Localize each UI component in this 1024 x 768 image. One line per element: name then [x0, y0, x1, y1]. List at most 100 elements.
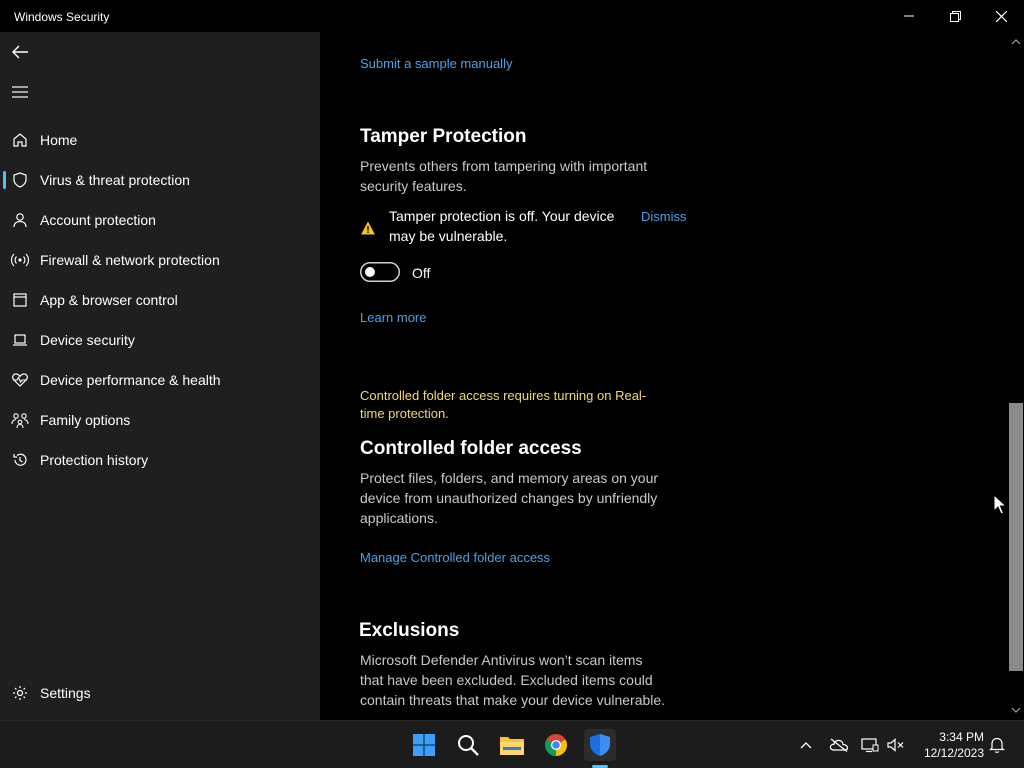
main-content: Submit a sample manually Tamper Protecti… [320, 32, 1008, 720]
scroll-up-icon [1011, 39, 1021, 45]
onedrive-button[interactable] [826, 729, 852, 761]
description-line: device from unauthorized changes by unfr… [360, 490, 658, 506]
family-icon [11, 411, 29, 429]
restore-button[interactable] [932, 0, 978, 32]
sidebar-item-label: Device security [40, 332, 135, 348]
learn-more-link[interactable]: Learn more [360, 310, 426, 325]
history-icon [11, 451, 29, 469]
tamper-protection-heading: Tamper Protection [360, 126, 527, 147]
start-button[interactable] [408, 729, 440, 761]
menu-button[interactable] [8, 80, 32, 104]
title-bar: Windows Security [0, 0, 1024, 32]
clock-date: 12/12/2023 [923, 746, 984, 760]
selection-indicator [3, 171, 6, 189]
notice-line: Controlled folder access requires turnin… [360, 388, 647, 403]
submit-sample-link[interactable]: Submit a sample manually [360, 56, 512, 71]
sidebar-item-device-security[interactable]: Device security [0, 322, 320, 358]
search-icon [458, 735, 479, 756]
description-line: applications. [360, 510, 438, 526]
sidebar-item-home[interactable]: Home [0, 122, 320, 158]
file-explorer-button[interactable] [496, 729, 528, 761]
mouse-cursor-icon [993, 493, 1008, 516]
sidebar-item-family-options[interactable]: Family options [0, 402, 320, 438]
close-button[interactable] [978, 0, 1024, 32]
description-line: Protect files, folders, and memory areas… [360, 470, 659, 486]
back-arrow-icon [12, 45, 28, 59]
windows-security-taskbar-button[interactable] [584, 729, 616, 761]
scrollbar-thumb[interactable] [1009, 403, 1023, 671]
sidebar-item-firewall-network[interactable]: Firewall & network protection [0, 242, 320, 278]
cfa-description: Protect files, folders, and memory areas… [360, 468, 658, 528]
settings-label: Settings [40, 685, 91, 701]
gear-icon [11, 684, 29, 702]
network-icon [861, 738, 879, 753]
folder-icon [500, 737, 524, 755]
scrollbar[interactable] [1008, 32, 1024, 720]
sidebar-item-label: Virus & threat protection [40, 172, 190, 188]
scroll-down-icon [1011, 707, 1021, 713]
search-button[interactable] [452, 729, 484, 761]
sidebar-item-label: Family options [40, 412, 131, 428]
chevron-up-icon [800, 742, 812, 749]
toggle-state-label: Off [412, 265, 431, 281]
warning-icon [360, 220, 376, 236]
exclusions-heading: Exclusions [359, 620, 460, 641]
sidebar-item-label: Firewall & network protection [40, 252, 220, 268]
sidebar-item-account-protection[interactable]: Account protection [0, 202, 320, 238]
sidebar-item-label: Home [40, 132, 78, 148]
bell-icon [989, 737, 1005, 753]
manage-cfa-link[interactable]: Manage Controlled folder access [360, 550, 550, 565]
notifications-button[interactable] [986, 729, 1008, 761]
minimize-button[interactable] [886, 0, 932, 32]
wifi-broadcast-icon [11, 251, 29, 269]
sidebar-item-virus-threat-protection[interactable]: Virus & threat protection [0, 162, 320, 198]
sidebar-item-label: Account protection [40, 212, 156, 228]
person-icon [11, 211, 29, 229]
tamper-protection-toggle[interactable] [360, 262, 400, 282]
dismiss-link[interactable]: Dismiss [641, 209, 687, 224]
restore-icon [949, 10, 961, 22]
back-button[interactable] [8, 40, 32, 64]
sidebar-item-protection-history[interactable]: Protection history [0, 442, 320, 478]
cloud-offline-icon [829, 738, 849, 752]
app-window-icon [11, 291, 29, 309]
tamper-protection-description: Prevents others from tampering with impo… [360, 156, 647, 196]
close-icon [995, 10, 1007, 22]
description-line: that have been excluded. Excluded items … [360, 672, 653, 688]
clock-time: 3:34 PM [939, 730, 984, 744]
exclusions-description: Microsoft Defender Antivirus won’t scan … [360, 650, 665, 710]
description-line: Prevents others from tampering with impo… [360, 158, 648, 174]
windows-logo-icon [413, 734, 435, 756]
description-line: Microsoft Defender Antivirus won’t scan … [360, 652, 643, 668]
warning-line: may be vulnerable. [389, 228, 508, 244]
shield-icon [590, 734, 610, 756]
controlled-folder-access-heading: Controlled folder access [360, 438, 582, 459]
volume-button[interactable] [884, 729, 908, 761]
laptop-icon [11, 331, 29, 349]
window-title: Windows Security [14, 10, 110, 24]
description-line: security features. [360, 178, 467, 194]
notice-line: time protection. [360, 406, 449, 421]
network-button[interactable] [858, 729, 882, 761]
home-icon [11, 131, 29, 149]
sidebar-item-label: Protection history [40, 452, 149, 468]
speaker-muted-icon [887, 738, 904, 752]
description-line: contain threats that make your device vu… [360, 692, 666, 708]
warning-line: Tamper protection is off. Your device [389, 208, 615, 224]
chrome-icon [545, 734, 567, 756]
sidebar: Home Virus & threat protection Account p… [0, 32, 320, 720]
taskbar: 3:34 PM 12/12/2023 [0, 720, 1024, 768]
heart-pulse-icon [11, 371, 29, 389]
sidebar-item-label: Device performance & health [40, 372, 221, 388]
sidebar-item-settings[interactable]: Settings [0, 675, 320, 711]
tamper-warning-text: Tamper protection is off. Your device ma… [389, 206, 614, 246]
hamburger-icon [12, 86, 28, 98]
sidebar-item-label: App & browser control [40, 292, 178, 308]
show-hidden-icons-button[interactable] [794, 729, 818, 761]
clock[interactable]: 3:34 PM 12/12/2023 [912, 729, 984, 761]
minimize-icon [904, 15, 914, 17]
chrome-button[interactable] [540, 729, 572, 761]
sidebar-item-device-performance[interactable]: Device performance & health [0, 362, 320, 398]
cfa-requirement-notice: Controlled folder access requires turnin… [360, 387, 646, 423]
sidebar-item-app-browser-control[interactable]: App & browser control [0, 282, 320, 318]
